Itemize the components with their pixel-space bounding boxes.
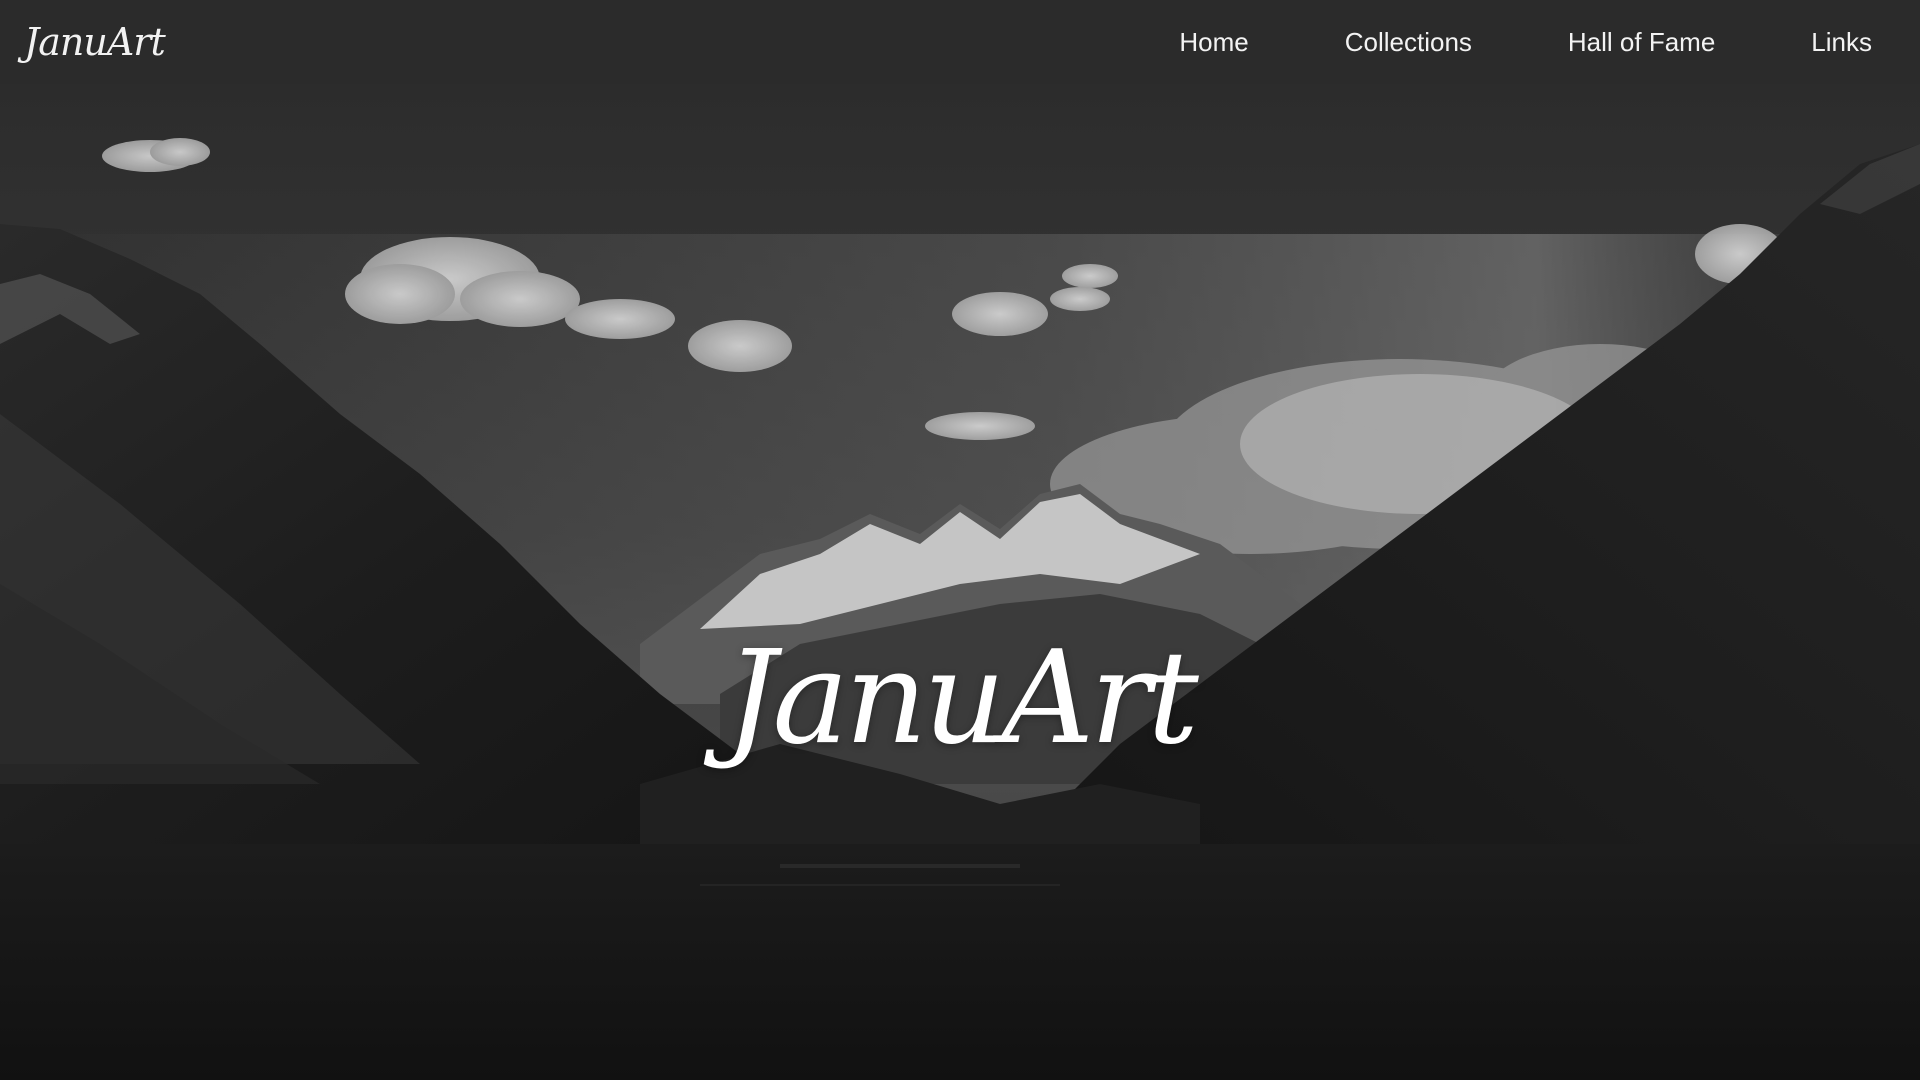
hero-section: JanuArt xyxy=(0,84,1920,1080)
navbar: JanuArt Home Collections Hall of Fame Li… xyxy=(0,0,1920,84)
nav-item-collections[interactable]: Collections xyxy=(1297,0,1520,84)
nav-item-links[interactable]: Links xyxy=(1763,0,1872,84)
nav-item-home[interactable]: Home xyxy=(1131,0,1296,84)
main-nav: Home Collections Hall of Fame Links xyxy=(1131,0,1872,84)
brand-logo[interactable]: JanuArt xyxy=(24,20,166,64)
hero-title: JanuArt xyxy=(725,624,1199,773)
hero-background-image xyxy=(0,84,1920,1080)
nav-item-hall-of-fame[interactable]: Hall of Fame xyxy=(1520,0,1763,84)
page: JanuArt Home Collections Hall of Fame Li… xyxy=(0,0,1920,1080)
